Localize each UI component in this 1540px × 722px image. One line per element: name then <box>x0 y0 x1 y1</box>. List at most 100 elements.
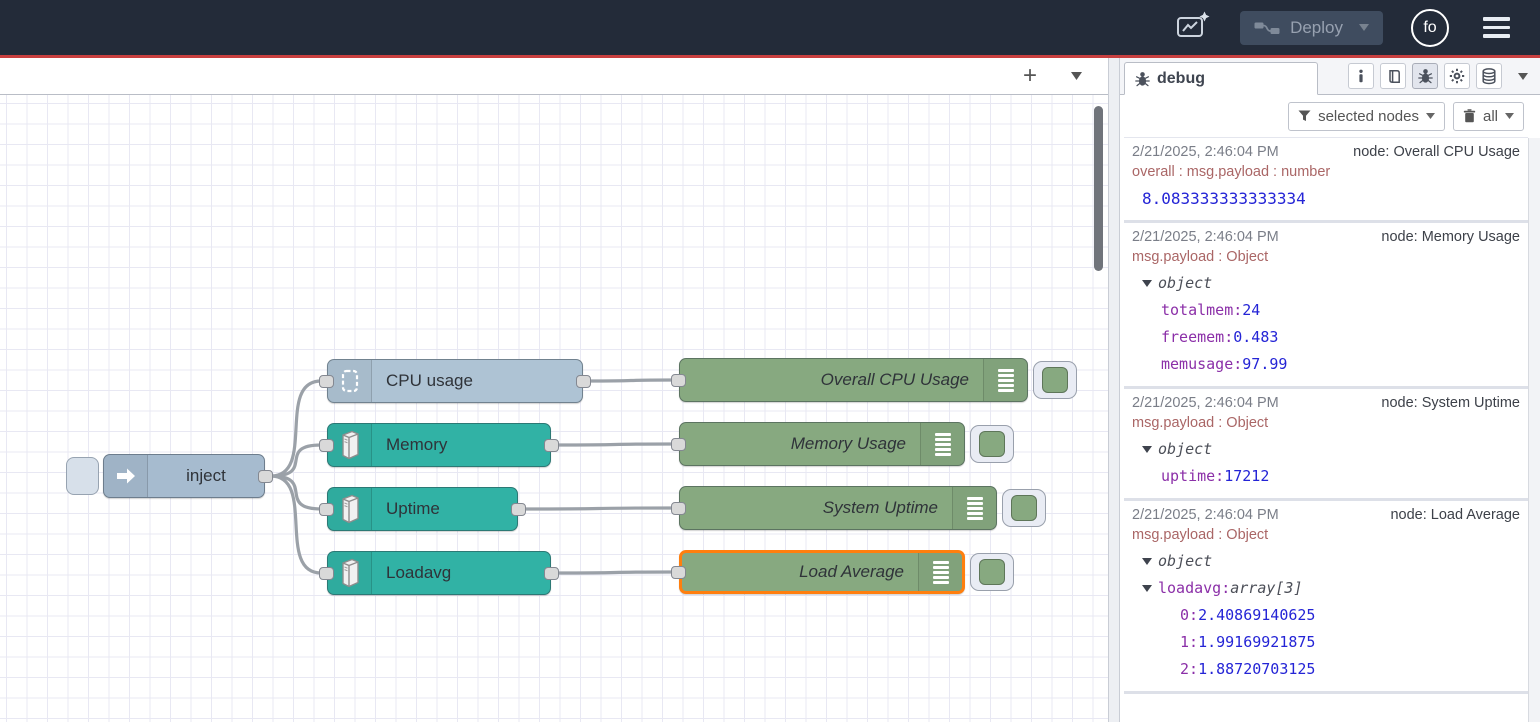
node-label: Overall CPU Usage <box>680 359 983 401</box>
payload-row: uptime: 17212 <box>1132 463 1520 490</box>
debug-toggle-state <box>1011 495 1037 521</box>
collapse-arrow-icon[interactable] <box>1142 280 1152 287</box>
payload-value: 1.88720703125 <box>1198 656 1315 683</box>
output-port[interactable] <box>544 439 559 452</box>
payload-row: 8.083333333333334 <box>1132 185 1520 212</box>
output-port[interactable] <box>544 567 559 580</box>
collapse-arrow-icon[interactable] <box>1142 585 1152 592</box>
output-port[interactable] <box>576 375 591 388</box>
flow-tabs-bar: + <box>0 58 1108 95</box>
node-red-app: Deploy fo + injec <box>0 0 1540 722</box>
payload-key: 1: <box>1180 629 1198 656</box>
payload-type: array[3] <box>1230 575 1302 602</box>
input-port[interactable] <box>671 566 686 579</box>
sidebar-splitter[interactable] <box>1108 58 1120 722</box>
workspace-region: + inject CPU usage Memory Uptime Loadavg Over… <box>0 58 1108 722</box>
clear-messages-button[interactable]: all <box>1453 102 1524 131</box>
filter-nodes-button[interactable]: selected nodes <box>1288 102 1445 131</box>
canvas-scrollbar[interactable] <box>1094 106 1103 271</box>
wire[interactable] <box>589 380 673 381</box>
node-debug-load[interactable]: Load Average <box>679 550 965 594</box>
payload-row: 1: 1.99169921875 <box>1132 629 1520 656</box>
clear-label: all <box>1483 108 1498 125</box>
input-port[interactable] <box>319 503 334 516</box>
input-port[interactable] <box>671 438 686 451</box>
library-icon-button[interactable] <box>1380 63 1406 89</box>
library-icon <box>1386 69 1401 84</box>
debug-toggle-button[interactable] <box>970 553 1014 591</box>
wire[interactable] <box>271 476 321 509</box>
debug-icon-button[interactable] <box>1412 63 1438 89</box>
collapse-arrow-icon[interactable] <box>1142 446 1152 453</box>
sidebar-icon-buttons <box>1348 63 1534 89</box>
payload-value: 1.99169921875 <box>1198 629 1315 656</box>
output-port[interactable] <box>258 470 273 483</box>
message-timestamp: 2/21/2025, 2:46:04 PM <box>1132 394 1279 413</box>
deploy-nodes-icon <box>1254 18 1280 38</box>
input-port[interactable] <box>671 374 686 387</box>
debug-toggle-button[interactable] <box>1033 361 1077 399</box>
payload-row: totalmem: 24 <box>1132 297 1520 324</box>
node-debug-cpu[interactable]: Overall CPU Usage <box>679 358 1028 402</box>
ai-assistant-button[interactable] <box>1175 10 1212 46</box>
debug-toggle-button[interactable] <box>1002 489 1046 527</box>
main-area: + inject CPU usage Memory Uptime Loadavg Over… <box>0 58 1540 722</box>
user-avatar[interactable]: fo <box>1411 9 1449 47</box>
sidebar-scrollbar[interactable] <box>1528 138 1540 722</box>
input-port[interactable] <box>319 567 334 580</box>
node-label: CPU usage <box>372 360 582 402</box>
menu-button[interactable] <box>1477 16 1516 39</box>
payload-key: totalmem: <box>1161 297 1242 324</box>
node-debug-mem[interactable]: Memory Usage <box>679 422 965 466</box>
node-loadavg[interactable]: Loadavg <box>327 551 551 595</box>
node-label: Loadavg <box>372 552 550 594</box>
inject-button[interactable] <box>66 457 99 495</box>
input-port[interactable] <box>319 439 334 452</box>
debug-icon <box>1135 71 1150 87</box>
payload-value: 8.083333333333334 <box>1142 185 1306 212</box>
collapse-arrow-icon[interactable] <box>1142 558 1152 565</box>
node-memory[interactable]: Memory <box>327 423 551 467</box>
node-cpu[interactable]: CPU usage <box>327 359 583 403</box>
inject-arrow-icon <box>104 455 148 497</box>
node-inject[interactable]: inject <box>103 454 265 498</box>
database-icon <box>1481 68 1497 85</box>
payload-type: object <box>1158 436 1212 463</box>
debug-message: 2/21/2025, 2:46:04 PMnode: Load Averagem… <box>1124 501 1528 694</box>
settings-icon-button[interactable] <box>1444 63 1470 89</box>
input-port[interactable] <box>319 375 334 388</box>
info-icon-button[interactable] <box>1348 63 1374 89</box>
payload-key: loadavg: <box>1158 575 1230 602</box>
wire[interactable] <box>271 445 321 476</box>
funnel-icon <box>1298 110 1311 122</box>
wire[interactable] <box>524 508 673 509</box>
wire[interactable] <box>557 444 673 445</box>
tab-debug[interactable]: debug <box>1124 62 1318 95</box>
flow-list-button[interactable] <box>1065 71 1088 81</box>
database-icon-button[interactable] <box>1476 63 1502 89</box>
debug-toggle-button[interactable] <box>970 425 1014 463</box>
node-label: Uptime <box>372 488 517 530</box>
node-body: Load Average <box>679 550 965 594</box>
sidebar-tabs-chevron-button[interactable] <box>1512 72 1534 81</box>
flow-canvas[interactable]: inject CPU usage Memory Uptime Loadavg Overal… <box>0 95 1108 722</box>
payload-value: 0.483 <box>1233 324 1278 351</box>
wire[interactable] <box>557 572 673 573</box>
debug-toggle-state <box>979 559 1005 585</box>
input-port[interactable] <box>671 502 686 515</box>
node-debug-uptime[interactable]: System Uptime <box>679 486 997 530</box>
avatar-initials: fo <box>1423 19 1436 37</box>
server-icon <box>328 552 372 594</box>
payload-row: memusage: 97.99 <box>1132 351 1520 378</box>
node-label: inject <box>148 455 264 497</box>
node-body: Overall CPU Usage <box>679 358 1028 402</box>
add-flow-button[interactable]: + <box>1017 63 1043 89</box>
debug-list-icon <box>920 423 964 465</box>
payload-type: object <box>1158 548 1212 575</box>
menu-bar <box>1483 26 1510 30</box>
deploy-button[interactable]: Deploy <box>1240 11 1383 45</box>
output-port[interactable] <box>511 503 526 516</box>
message-property-meta: overall : msg.payload : number <box>1132 163 1520 182</box>
node-uptime[interactable]: Uptime <box>327 487 518 531</box>
node-body: CPU usage <box>327 359 583 403</box>
